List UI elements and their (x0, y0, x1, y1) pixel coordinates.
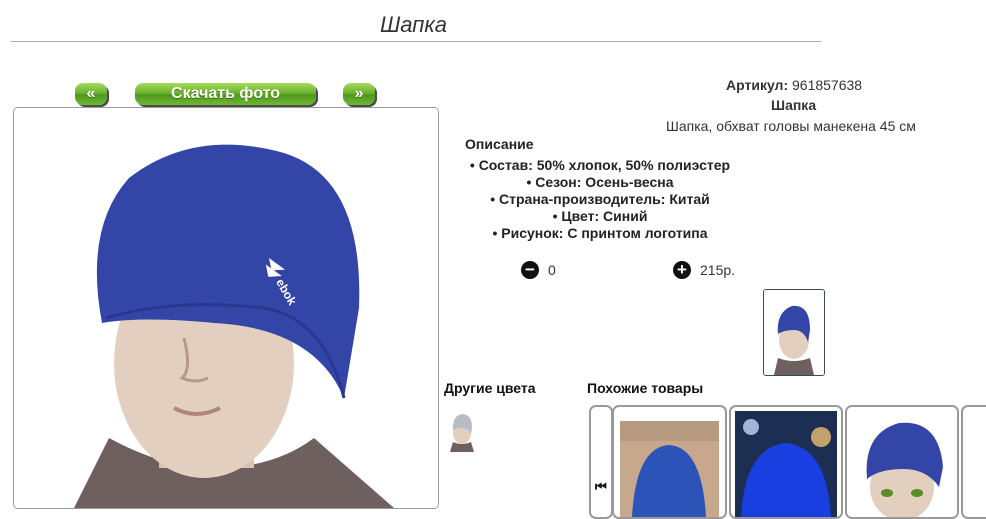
carousel-scroll-left-button[interactable]: ⏮ (589, 405, 613, 519)
similar-product-image (847, 407, 957, 517)
description-heading: Описание (465, 136, 534, 152)
quantity-value: 0 (548, 262, 556, 278)
mannequin-hat-image: ebok (14, 108, 438, 508)
photo-thumbnail[interactable] (763, 289, 825, 376)
similar-product-card[interactable] (845, 405, 959, 519)
similar-product-image (620, 421, 719, 517)
next-photo-button[interactable]: » (343, 83, 375, 105)
gray-hat-thumbnail (450, 414, 474, 452)
description-item: Состав: 50% хлопок, 50% полиэстер (460, 157, 740, 174)
description-list: Состав: 50% хлопок, 50% полиэстер Сезон:… (460, 157, 740, 242)
skip-back-icon: ⏮ (595, 479, 607, 494)
other-colors-heading: Другие цвета (444, 380, 536, 396)
color-variant-gray[interactable] (446, 408, 478, 452)
similar-product-card[interactable] (612, 405, 727, 519)
decrease-quantity-button[interactable]: − (521, 261, 539, 279)
description-item: Цвет: Синий (460, 208, 740, 225)
download-photo-button[interactable]: Скачать фото (135, 83, 316, 105)
similar-product-image (735, 411, 837, 517)
description-item: Рисунок: С принтом логотипа (460, 225, 740, 242)
price-value: 215р. (700, 262, 736, 278)
similar-products-heading: Похожие товары (587, 380, 704, 396)
product-name: Шапка (771, 97, 817, 113)
add-to-cart-button[interactable]: + (673, 261, 691, 279)
similar-product-card[interactable] (961, 405, 986, 519)
title-divider (11, 41, 821, 42)
article-value: 961857638 (792, 77, 863, 93)
article-row: Артикул: 961857638 (726, 77, 862, 93)
article-label: Артикул: (726, 77, 789, 93)
description-item: Страна-производитель: Китай (460, 191, 740, 208)
thumbnail-image (764, 290, 824, 375)
product-subtitle: Шапка, обхват головы манекена 45 см (666, 118, 916, 134)
page-title: Шапка (380, 12, 447, 37)
product-photo: ebok (13, 107, 439, 509)
similar-product-card[interactable] (729, 405, 843, 519)
prev-photo-button[interactable]: « (75, 83, 107, 105)
description-item: Сезон: Осень-весна (460, 174, 740, 191)
